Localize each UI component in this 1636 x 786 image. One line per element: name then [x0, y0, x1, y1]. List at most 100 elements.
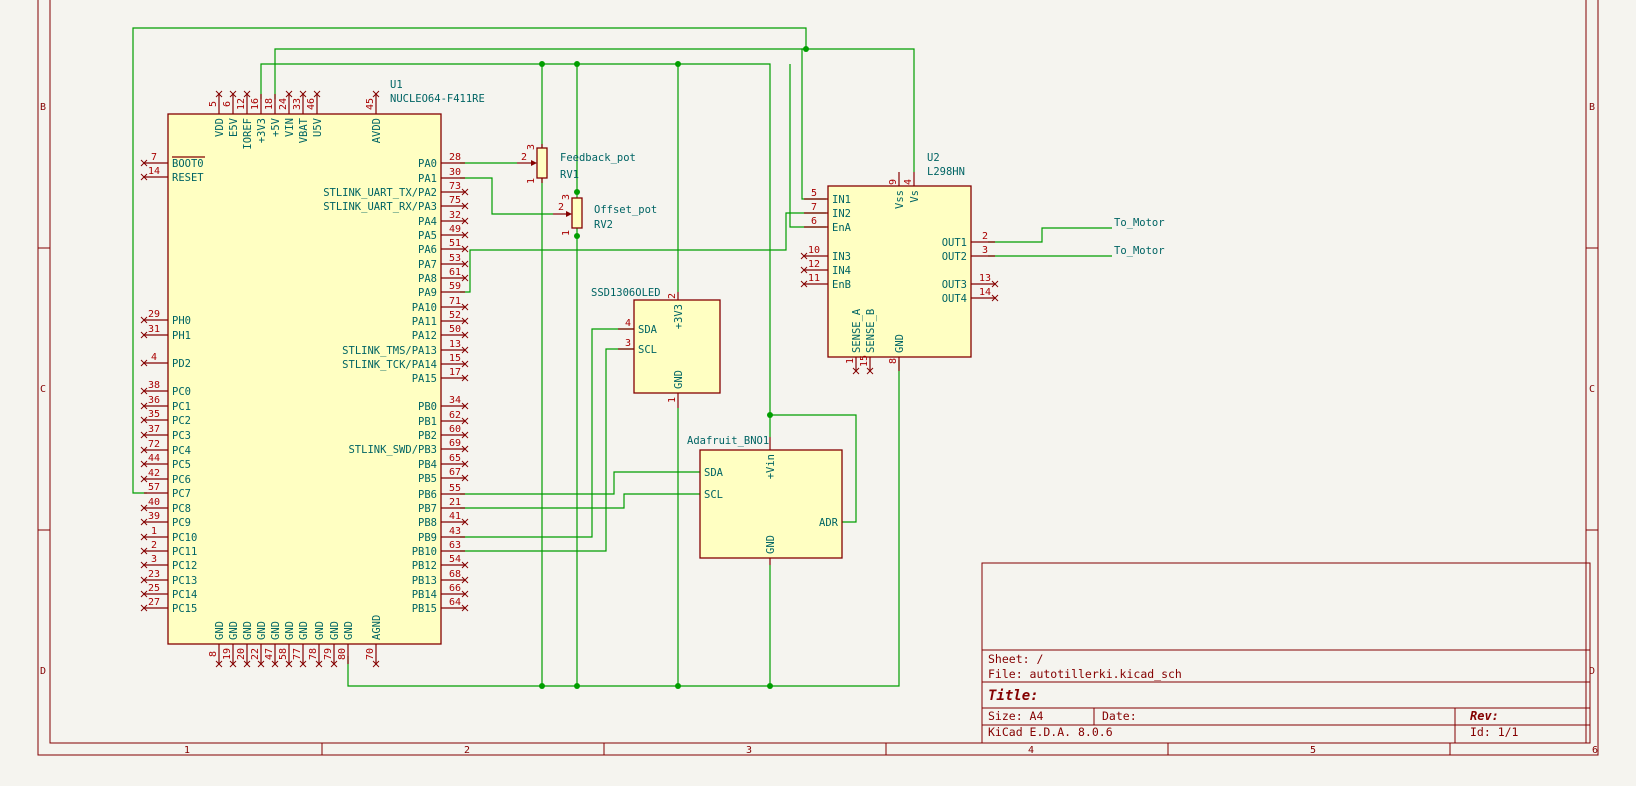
wire-pa9-in2[interactable]	[460, 212, 826, 293]
pin-label: ADR	[819, 517, 839, 529]
pin-label: PB2	[418, 430, 437, 442]
tb-sheet: Sheet: /	[988, 652, 1043, 666]
pin-label: STLINK_UART_RX/PA3	[323, 201, 437, 213]
tb-title: Title:	[988, 688, 1039, 704]
pin-number: 71	[449, 296, 461, 307]
pin-label: PB13	[412, 575, 437, 587]
pin-label: GND	[765, 535, 777, 554]
rv2-pin-top: 3	[561, 194, 572, 200]
pin-number: 60	[449, 424, 461, 435]
pin-label: PC11	[172, 546, 197, 558]
pin-label: PC12	[172, 560, 197, 572]
pin-number: 7	[151, 152, 157, 163]
junction	[574, 61, 580, 67]
pin-number: 14	[979, 287, 991, 298]
pin-label: PA4	[418, 216, 437, 228]
pin-number: 39	[148, 511, 160, 522]
pin-number: 4	[903, 179, 914, 185]
pin-label: IOREF	[242, 118, 254, 150]
pin-number: 5	[208, 101, 219, 107]
pin-label: PB14	[412, 589, 437, 601]
pin-label: GND	[242, 621, 254, 640]
rv2-pin-bottom: 1	[561, 230, 572, 236]
u1-nucleo64[interactable]: U1 NUCLEO64-F411RE 7BOOT014RESET29PH031P…	[140, 79, 485, 668]
rv1-value: Feedback_pot	[560, 152, 636, 164]
zone-row-c-right: C	[1589, 384, 1595, 395]
pin-number: 17	[449, 367, 461, 378]
wire-pa1-rv2[interactable]	[460, 177, 553, 215]
pin-number: 59	[449, 281, 461, 292]
pin-number: 63	[449, 540, 461, 551]
pin-number: 1	[667, 397, 678, 403]
pin-number: 52	[449, 310, 461, 321]
pin-number: 8	[208, 651, 219, 657]
pin-label: PD2	[172, 358, 191, 370]
pin-label: GND	[329, 621, 341, 640]
pin-number: 54	[449, 554, 461, 565]
schematic-canvas[interactable]: 1 2 3 4 5 6 B C D B C D Sheet: / File: a…	[0, 0, 1636, 786]
pin-label: VIN	[284, 118, 296, 137]
pin-label: PC1	[172, 401, 191, 413]
zone-col-3: 3	[746, 745, 752, 756]
pin-number: 2	[982, 231, 988, 242]
rv2-offset-pot[interactable]: 2 3 1 Offset_pot RV2	[553, 194, 657, 236]
pin-label: PB6	[418, 489, 437, 501]
wire-pb9-oled-sda[interactable]	[460, 328, 634, 538]
pin-number: 16	[250, 98, 261, 110]
rv1-body[interactable]	[536, 147, 548, 179]
pin-number: 37	[148, 424, 160, 435]
pin-number: 72	[148, 439, 160, 450]
wire-pb6-bno-sda[interactable]	[460, 471, 700, 495]
u2-l298hn[interactable]: U2 L298HN 5 IN1 7 IN2 6 EnA 10 IN3 12 IN4 11 EnB 2 OU…	[800, 152, 999, 375]
pin-number: 70	[365, 648, 376, 660]
title-block: Sheet: / File: autotillerki.kicad_sch Ti…	[981, 562, 1591, 744]
pin-label: IN2	[832, 208, 851, 220]
zone-row-b-right: B	[1589, 102, 1595, 113]
pin-label: PB5	[418, 473, 437, 485]
pin-label: OUT2	[942, 251, 967, 263]
pin-number: 7	[811, 202, 817, 213]
oled-module[interactable]: SSD1306OLED 4 SDA 3 SCL 2 +3V3 1 GND	[591, 287, 721, 408]
junction	[675, 683, 681, 689]
pin-label: PC7	[172, 488, 191, 500]
pin-number: 43	[449, 526, 461, 537]
pin-number: 40	[148, 497, 160, 508]
wire-out1[interactable]	[988, 227, 1112, 243]
pin-number: 8	[888, 358, 899, 364]
pin-number: 20	[236, 648, 247, 660]
pin-number: 80	[337, 648, 348, 660]
rv2-ref: RV2	[594, 219, 613, 231]
junction	[767, 412, 773, 418]
wire-ena[interactable]	[789, 64, 826, 228]
zone-row-d-left: D	[40, 666, 46, 677]
pin-number: 68	[449, 569, 461, 580]
pin-number: 77	[292, 648, 303, 660]
rv2-wiper-arrow	[566, 211, 572, 217]
pin-label: BOOT0	[172, 158, 204, 170]
pin-number: 13	[449, 339, 461, 350]
pin-number: 25	[148, 583, 160, 594]
pin-number: 21	[449, 497, 461, 508]
net-label-to-motor-2[interactable]: To_Motor	[1114, 245, 1165, 257]
pin-label: PB9	[418, 532, 437, 544]
pin-label: PB1	[418, 416, 437, 428]
wire-pb10-oled-scl[interactable]	[460, 348, 634, 552]
pin-number: 3	[982, 245, 988, 256]
pin-number: 69	[449, 438, 461, 449]
pin-label: GND	[214, 621, 226, 640]
pin-number: 57	[148, 482, 160, 493]
pin-label: STLINK_UART_TX/PA2	[323, 187, 437, 199]
pin-number: 64	[449, 597, 461, 608]
pin-number: 38	[148, 380, 160, 391]
net-label-to-motor-1[interactable]: To_Motor	[1114, 217, 1165, 229]
pin-number: 67	[449, 467, 461, 478]
pin-label: OUT4	[942, 293, 967, 305]
wire-pb7-bno-scl[interactable]	[460, 493, 700, 509]
rv2-body[interactable]	[571, 197, 583, 229]
pin-number: 79	[323, 648, 334, 660]
pin-label: STLINK_TMS/PA13	[342, 345, 437, 357]
pin-number: 6	[811, 216, 817, 227]
bno-module[interactable]: Adafruit_BNO1 SDA SCL +Vin GND ADR	[687, 435, 843, 565]
pin-label: STLINK_TCK/PA14	[342, 359, 437, 371]
pin-label: +Vin	[765, 454, 777, 479]
